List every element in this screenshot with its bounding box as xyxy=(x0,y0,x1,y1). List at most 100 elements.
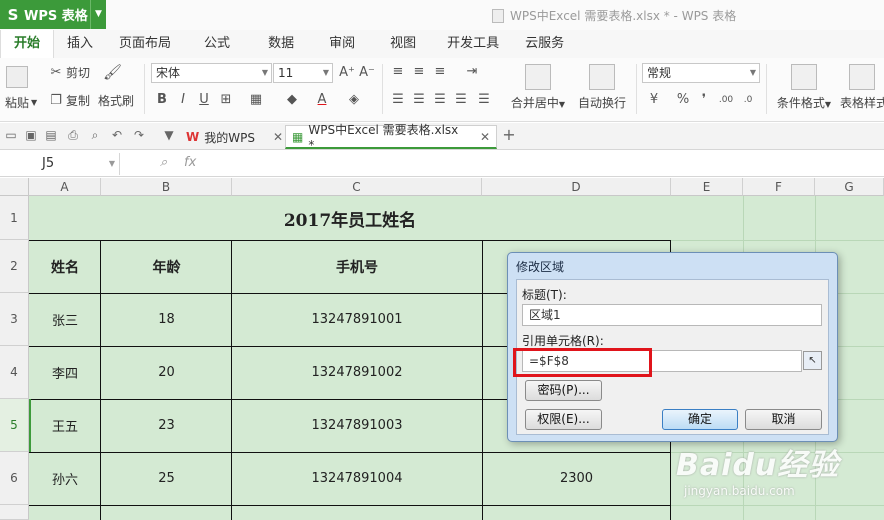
cancel-button[interactable]: 取消 xyxy=(745,409,822,430)
font-color-icon[interactable]: A xyxy=(314,92,330,108)
name-box[interactable]: J5 ▼ xyxy=(0,153,120,175)
font-size-select[interactable]: 11 ▼ xyxy=(273,63,333,83)
align-top-icon[interactable]: ≡ xyxy=(390,64,406,80)
paste-button[interactable]: 粘贴 ▼ xyxy=(5,94,37,111)
font-name-select[interactable]: 宋体 ▼ xyxy=(151,63,272,83)
undo-icon[interactable]: ↶ xyxy=(110,128,124,142)
column-header[interactable]: A xyxy=(29,178,101,196)
header-cell-phone[interactable]: 手机号 xyxy=(232,240,482,293)
align-right-icon[interactable]: ☰ xyxy=(432,92,448,108)
format-painter-button[interactable]: 格式刷 xyxy=(98,92,134,109)
chevron-down-icon[interactable]: ▼ xyxy=(162,128,176,142)
new-tab-icon[interactable]: + xyxy=(502,127,516,143)
clear-format-icon[interactable]: ◈ xyxy=(346,92,362,108)
tab-developer[interactable]: 开发工具 xyxy=(434,30,512,58)
cell-age[interactable]: 20 xyxy=(101,346,232,399)
merge-border-icon[interactable]: ▦ xyxy=(248,92,264,108)
tab-cloud[interactable]: 云服务 xyxy=(512,30,577,58)
distribute-icon[interactable]: ☰ xyxy=(476,92,492,108)
row-header-selected[interactable]: 5 xyxy=(0,399,29,452)
indent-icon[interactable]: ⇥ xyxy=(464,64,480,80)
chevron-down-icon[interactable]: ▼ xyxy=(90,0,106,29)
cell-d[interactable]: 2300 xyxy=(482,452,671,505)
merge-center-button[interactable]: 合并居中▼ xyxy=(505,64,571,111)
tab-home[interactable]: 开始 xyxy=(0,30,55,58)
paste-icon[interactable] xyxy=(6,66,28,88)
border-icon[interactable]: ⊞ xyxy=(218,92,234,108)
close-icon[interactable]: ✕ xyxy=(273,130,283,144)
row-header[interactable]: 6 xyxy=(0,452,29,505)
row-header[interactable] xyxy=(0,505,29,520)
cell-phone[interactable]: 13247891004 xyxy=(232,452,482,505)
password-button[interactable]: 密码(P)... xyxy=(525,380,602,401)
cell-age[interactable]: 25 xyxy=(101,452,232,505)
cell-name[interactable]: 张三 xyxy=(29,293,101,346)
title-input[interactable]: 区域1 xyxy=(522,304,822,326)
close-icon[interactable]: ✕ xyxy=(480,130,490,144)
grow-font-icon[interactable]: A⁺ xyxy=(339,65,355,81)
fx-icon[interactable]: fx xyxy=(184,155,196,170)
align-center-icon[interactable]: ☰ xyxy=(411,92,427,108)
comma-style-icon[interactable]: ❜ xyxy=(696,92,712,108)
underline-icon[interactable]: U xyxy=(196,92,212,108)
column-header[interactable]: B xyxy=(101,178,232,196)
row-header[interactable]: 3 xyxy=(0,293,29,346)
collapse-dialog-icon[interactable]: ↖ xyxy=(803,351,822,370)
cell-name[interactable]: 孙六 xyxy=(29,452,101,505)
cell-phone[interactable]: 13247891002 xyxy=(232,346,482,399)
tab-review[interactable]: 审阅 xyxy=(312,30,372,58)
row-header[interactable]: 1 xyxy=(0,196,29,240)
cell-phone[interactable]: 13247891001 xyxy=(232,293,482,346)
cell-phone[interactable]: 13247891003 xyxy=(232,399,482,452)
column-header[interactable]: F xyxy=(743,178,815,196)
wrap-text-button[interactable]: 自动换行 xyxy=(572,64,632,111)
tab-view[interactable]: 视图 xyxy=(372,30,434,58)
tab-page-layout[interactable]: 页面布局 xyxy=(106,30,184,58)
row-header[interactable]: 2 xyxy=(0,240,29,293)
doc-tab-active[interactable]: ▦ WPS中Excel 需要表格.xlsx * ✕ xyxy=(285,123,497,152)
redo-icon[interactable]: ↷ xyxy=(132,128,146,142)
number-format-select[interactable]: 常规 ▼ xyxy=(642,63,760,83)
fill-color-icon[interactable]: ◆ xyxy=(284,92,300,108)
justify-icon[interactable]: ☰ xyxy=(453,92,469,108)
header-cell-name[interactable]: 姓名 xyxy=(29,240,101,293)
bold-icon[interactable]: B xyxy=(154,92,170,108)
save-icon[interactable]: ▣ xyxy=(24,128,38,142)
print-icon[interactable]: ⎙ xyxy=(66,128,80,142)
ok-button[interactable]: 确定 xyxy=(662,409,738,430)
column-header[interactable]: G xyxy=(815,178,884,196)
cell-age[interactable]: 18 xyxy=(101,293,232,346)
app-menu-button[interactable]: S WPS 表格 ▼ xyxy=(0,0,106,29)
table-style-button[interactable]: 表格样式 xyxy=(840,64,884,111)
format-painter-icon[interactable]: 🖌 xyxy=(103,64,122,80)
tab-insert[interactable]: 插入 xyxy=(54,30,106,58)
conditional-format-button[interactable]: 条件格式▼ xyxy=(772,64,836,111)
cut-button[interactable]: ✂ 剪切 xyxy=(48,64,90,81)
sheet-title-cell[interactable]: 2017年员工姓名 xyxy=(29,196,671,240)
open-folder-icon[interactable]: ▭ xyxy=(4,128,18,142)
increase-decimal-icon[interactable]: .00 xyxy=(718,92,734,108)
tab-data[interactable]: 数据 xyxy=(250,30,312,58)
copy-button[interactable]: ❐ 复制 xyxy=(48,92,90,109)
align-bottom-icon[interactable]: ≡ xyxy=(432,64,448,80)
select-all-corner[interactable] xyxy=(0,178,29,196)
header-cell-age[interactable]: 年龄 xyxy=(101,240,232,293)
percent-icon[interactable]: % xyxy=(675,92,691,108)
column-header[interactable]: D xyxy=(482,178,671,196)
doc-tab-my-wps[interactable]: W 我的WPS ✕ xyxy=(180,125,289,149)
print-preview-icon[interactable]: ⌕ xyxy=(88,128,102,142)
export-icon[interactable]: ▤ xyxy=(44,128,58,142)
align-left-icon[interactable]: ☰ xyxy=(390,92,406,108)
column-header[interactable]: E xyxy=(671,178,743,196)
permission-button[interactable]: 权限(E)... xyxy=(525,409,602,430)
italic-icon[interactable]: I xyxy=(175,92,191,108)
zoom-icon[interactable]: ⌕ xyxy=(160,155,167,170)
tab-formulas[interactable]: 公式 xyxy=(184,30,250,58)
cell-age[interactable]: 23 xyxy=(101,399,232,452)
currency-icon[interactable]: ¥ xyxy=(646,92,662,108)
align-middle-icon[interactable]: ≡ xyxy=(411,64,427,80)
decrease-decimal-icon[interactable]: .0 xyxy=(740,92,756,108)
cell-name[interactable]: 李四 xyxy=(29,346,101,399)
row-header[interactable]: 4 xyxy=(0,346,29,399)
shrink-font-icon[interactable]: A⁻ xyxy=(359,65,375,81)
